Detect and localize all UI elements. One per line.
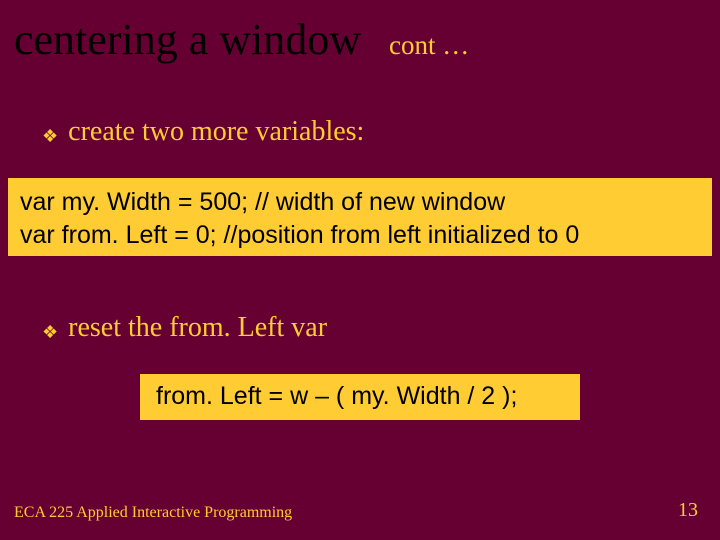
bullet-text-1: create two more variables: xyxy=(68,116,364,148)
slide-title: centering a window xyxy=(14,14,361,65)
slide: centering a window cont … ❖ create two m… xyxy=(0,0,720,540)
bullet-item-1: ❖ create two more variables: xyxy=(42,116,364,148)
diamond-icon: ❖ xyxy=(42,322,58,343)
footer-course: ECA 225 Applied Interactive Programming xyxy=(14,504,292,522)
slide-subtitle: cont … xyxy=(389,30,469,61)
code-block-2: from. Left = w – ( my. Width / 2 ); xyxy=(140,374,580,420)
code-line-2: var from. Left = 0; //position from left… xyxy=(20,219,700,252)
page-number: 13 xyxy=(678,499,698,522)
bullet-item-2: ❖ reset the from. Left var xyxy=(42,312,327,344)
diamond-icon: ❖ xyxy=(42,126,58,147)
code-block-1: var my. Width = 500; // width of new win… xyxy=(8,178,712,256)
code-line-3: from. Left = w – ( my. Width / 2 ); xyxy=(156,380,568,413)
bullet-text-2: reset the from. Left var xyxy=(68,312,327,344)
title-row: centering a window cont … xyxy=(14,14,469,65)
code-line-1: var my. Width = 500; // width of new win… xyxy=(20,186,700,219)
